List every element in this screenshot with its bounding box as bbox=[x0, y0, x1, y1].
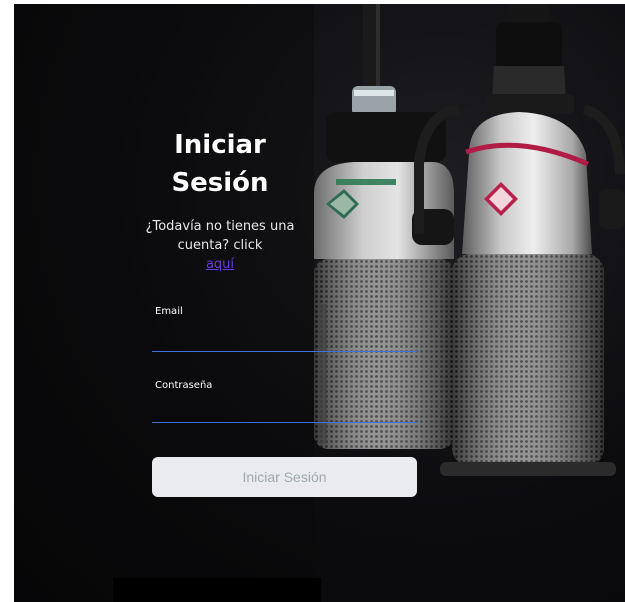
bottom-bar bbox=[113, 578, 321, 602]
signup-prompt-text: ¿Todavía no tienes una cuenta? click bbox=[145, 219, 295, 253]
page-title: Iniciar Sesión bbox=[171, 130, 269, 198]
password-label: Contraseña bbox=[155, 380, 213, 391]
email-label: Email bbox=[155, 306, 183, 317]
signup-link[interactable]: aquí bbox=[140, 255, 300, 274]
password-field[interactable] bbox=[152, 401, 417, 423]
login-page: Iniciar Sesión ¿Todavía no tienes una cu… bbox=[14, 4, 625, 602]
email-field[interactable] bbox=[152, 330, 417, 352]
microphones-background-image bbox=[14, 4, 625, 602]
signup-prompt: ¿Todavía no tienes una cuenta? click aqu… bbox=[140, 217, 300, 274]
login-button[interactable]: Iniciar Sesión bbox=[152, 457, 417, 497]
